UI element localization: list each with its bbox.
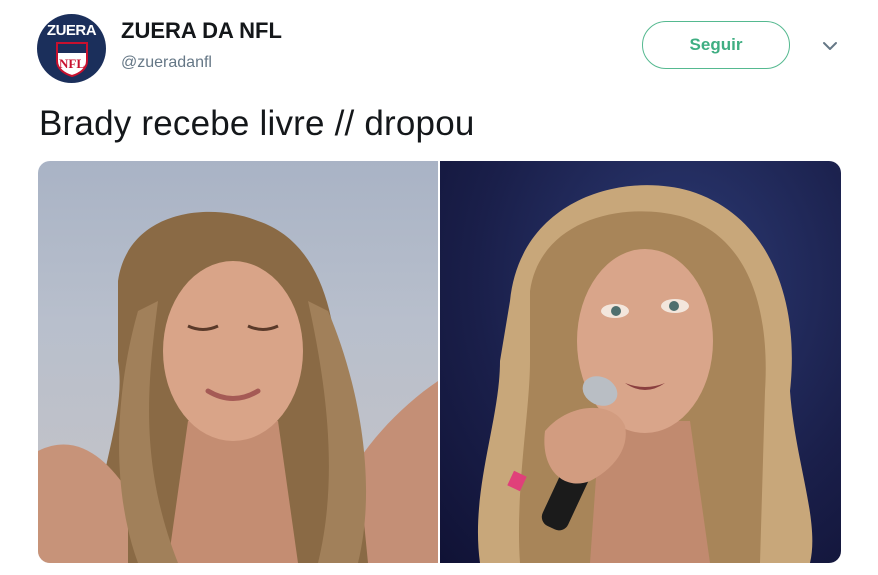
account-handle[interactable]: @zueradanfl [121,54,212,72]
avatar-shield-text: NFL [59,56,85,71]
photo-left-illustration [38,211,438,563]
avatar-logo-text: ZUERA [46,22,97,39]
follow-button[interactable]: Seguir [642,21,790,69]
photo-right[interactable] [440,161,841,563]
chevron-down-icon[interactable] [820,36,840,56]
photo-left[interactable] [38,161,438,563]
nfl-shield-icon: NFL [56,42,88,77]
tweet-text: Brady recebe livre // dropou [39,104,475,143]
photo-right-illustration [477,185,813,563]
account-name[interactable]: ZUERA DA NFL [121,18,282,44]
tweet-media[interactable] [38,161,841,563]
avatar[interactable]: ZUERA NFL [37,14,106,83]
